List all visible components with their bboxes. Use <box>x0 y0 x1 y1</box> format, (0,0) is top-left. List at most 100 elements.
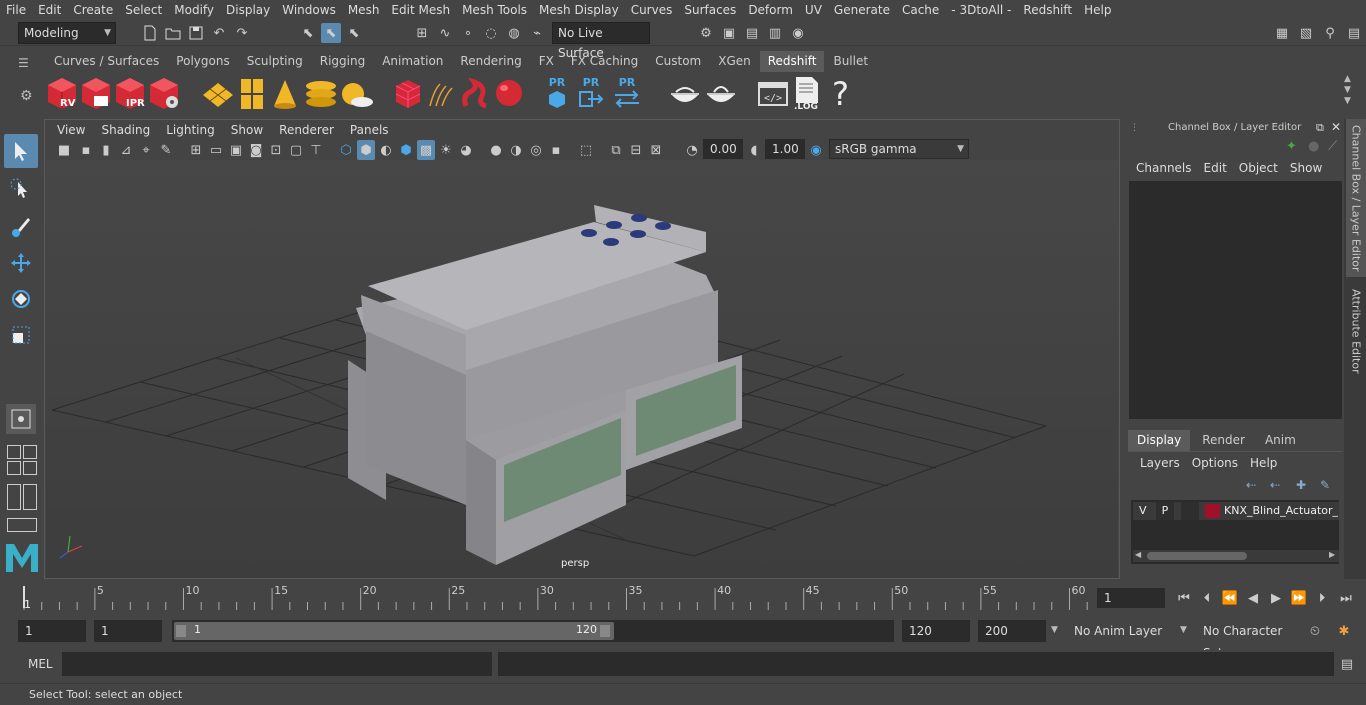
channel-show-menu[interactable]: Show <box>1284 161 1328 175</box>
camera-attributes-icon[interactable]: ⌖ <box>137 140 155 160</box>
image-plane-icon[interactable]: ⊿ <box>117 140 135 160</box>
viewport-3d-scene[interactable]: persp <box>46 160 1118 578</box>
redo-icon[interactable]: ↷ <box>232 23 252 43</box>
tab-bullet[interactable]: Bullet <box>825 51 876 72</box>
panel-menu-panels[interactable]: Panels <box>342 123 397 137</box>
wireframe-on-shaded-icon[interactable]: ⬢ <box>397 140 415 160</box>
menu-mesh-display[interactable]: Mesh Display <box>533 0 625 20</box>
move-tool-icon[interactable] <box>4 246 38 280</box>
redshift-cone-light-icon[interactable] <box>272 78 298 113</box>
playback-start-field[interactable]: 1 <box>94 620 162 642</box>
use-all-lights-icon[interactable]: ☀ <box>437 140 455 160</box>
layers-menu[interactable]: Layers <box>1134 456 1186 470</box>
undo-icon[interactable]: ↶ <box>209 23 229 43</box>
film-gate-icon[interactable]: ▭ <box>207 140 225 160</box>
step-forward-key-icon[interactable]: ⏵ <box>1312 588 1332 608</box>
redshift-render-sequence-button[interactable] <box>80 76 112 112</box>
tab-sculpting[interactable]: Sculpting <box>239 51 311 72</box>
redshift-pr-export-button[interactable]: PR <box>578 76 604 112</box>
layer-visibility-toggle[interactable]: V <box>1139 504 1147 517</box>
scroll-left-icon[interactable]: ◀ <box>1135 550 1141 559</box>
range-handle-bar[interactable]: 1 120 <box>174 622 614 640</box>
menu-surfaces[interactable]: Surfaces <box>678 0 742 20</box>
character-controls-icon[interactable]: ⚲ <box>1320 23 1340 43</box>
channel-edit-menu[interactable]: Edit <box>1198 161 1233 175</box>
attribute-editor-toggle-icon[interactable]: ▤ <box>1344 23 1364 43</box>
range-end-handle[interactable] <box>600 625 610 637</box>
redshift-settings-button[interactable] <box>148 76 180 112</box>
tab-polygons[interactable]: Polygons <box>168 51 237 72</box>
layer-color-swatch[interactable] <box>1205 504 1220 518</box>
safe-action-icon[interactable]: ▢ <box>287 140 305 160</box>
render-frame-icon[interactable]: ▥ <box>765 23 785 43</box>
motion-blur-icon[interactable]: ◑ <box>507 140 525 160</box>
layout-four-pane-icon[interactable] <box>7 445 37 475</box>
snap-curve-icon[interactable]: ∿ <box>435 23 455 43</box>
panel-menu-show[interactable]: Show <box>223 123 271 137</box>
menu-mesh[interactable]: Mesh <box>342 0 386 20</box>
save-scene-icon[interactable] <box>186 23 206 43</box>
xray-joints-icon[interactable]: ⊟ <box>627 140 645 160</box>
redshift-ipr-button[interactable]: IPR <box>114 76 146 112</box>
timeline-track[interactable]: 5101520253035404550556065707580859095100… <box>20 584 1351 611</box>
tab-animation[interactable]: Animation <box>374 51 451 72</box>
camera-select-icon[interactable]: ■ <box>55 140 73 160</box>
panel-menu-view[interactable]: View <box>49 123 93 137</box>
character-set-dropdown[interactable]: No Character Set <box>1196 620 1300 660</box>
auto-key-icon[interactable]: ⏲ <box>1305 621 1325 641</box>
end-time-field[interactable]: 200 <box>978 620 1046 642</box>
menu-mesh-tools[interactable]: Mesh Tools <box>456 0 533 20</box>
anti-aliasing-icon[interactable]: ◎ <box>527 140 545 160</box>
render-view-icon[interactable]: ▣ <box>719 23 739 43</box>
mode-dropdown[interactable]: Modeling ▼ <box>18 22 116 44</box>
redshift-script-editor-icon[interactable]: </> <box>758 80 788 111</box>
script-type-label[interactable]: MEL <box>28 657 53 671</box>
play-backward-icon[interactable]: ◀ <box>1243 588 1263 608</box>
close-icon[interactable]: ✕ <box>1331 120 1341 134</box>
shelf-settings-icon[interactable]: ⚙ <box>20 88 33 104</box>
menu-redshift[interactable]: Redshift <box>1017 0 1078 20</box>
tab-rigging[interactable]: Rigging <box>312 51 373 72</box>
gamma-field[interactable]: 1.00 <box>765 139 805 159</box>
select-object-icon[interactable]: ⬉ <box>321 23 341 43</box>
layer-tab-render[interactable]: Render <box>1190 430 1257 451</box>
animation-preferences-icon[interactable]: ✱ <box>1334 621 1354 641</box>
wireframe-icon[interactable]: ⬡ <box>337 140 355 160</box>
go-to-end-icon[interactable]: ⏭ <box>1336 588 1356 608</box>
redshift-volume-icon[interactable] <box>460 77 490 113</box>
redshift-dome-panels-icon[interactable] <box>240 78 264 113</box>
channel-box-toggle-icon[interactable]: ✦ <box>1286 139 1297 154</box>
move-layer-down-icon[interactable]: ⇠ <box>1270 478 1280 492</box>
move-layer-up-icon[interactable]: ⇠ <box>1246 478 1256 492</box>
workspace-icon[interactable]: ▦ <box>1272 23 1292 43</box>
layer-tab-display[interactable]: Display <box>1128 430 1191 451</box>
snap-view-icon[interactable]: ◌ <box>481 23 501 43</box>
safe-title-icon[interactable]: ⊤ <box>307 140 325 160</box>
chevron-down-icon[interactable]: ▼ <box>1180 625 1187 635</box>
gamma-icon[interactable]: ◖ <box>745 140 763 160</box>
color-management-icon[interactable]: ◉ <box>807 140 825 160</box>
start-time-field[interactable]: 1 <box>18 620 86 642</box>
layout-side-by-side-icon[interactable] <box>7 484 37 510</box>
side-tab-channel-box[interactable]: Channel Box / Layer Editor <box>1346 119 1366 277</box>
redshift-sphere-icon[interactable] <box>494 78 524 113</box>
select-component-icon[interactable]: ⬉ <box>344 23 364 43</box>
chevron-down-icon[interactable]: ▼ <box>1051 625 1058 635</box>
select-hierarchy-icon[interactable]: ⬉ <box>298 23 318 43</box>
menu-edit-mesh[interactable]: Edit Mesh <box>385 0 456 20</box>
depth-of-field-icon[interactable]: ▪ <box>547 140 565 160</box>
redshift-rv-button[interactable]: RV <box>46 76 78 112</box>
shelf-scroll-arrows[interactable]: ▲ ▼ ▼ <box>1344 74 1351 107</box>
script-editor-icon[interactable]: ▤ <box>1337 654 1357 674</box>
bookmark-icon[interactable]: ▮ <box>97 140 115 160</box>
render-globals-icon[interactable]: ◉ <box>788 23 808 43</box>
redshift-log-button[interactable]: .LOG <box>794 76 824 114</box>
new-layer-icon[interactable]: ✚ <box>1296 478 1306 492</box>
menu-generate[interactable]: Generate <box>828 0 896 20</box>
layer-name[interactable]: KNX_Blind_Actuator_Ei <box>1224 504 1338 517</box>
menu-create[interactable]: Create <box>67 0 119 20</box>
soft-select-icon[interactable] <box>6 404 36 434</box>
shadows-icon[interactable]: ◕ <box>457 140 475 160</box>
new-scene-icon[interactable] <box>140 23 160 43</box>
exposure-field[interactable]: 0.00 <box>703 139 743 159</box>
